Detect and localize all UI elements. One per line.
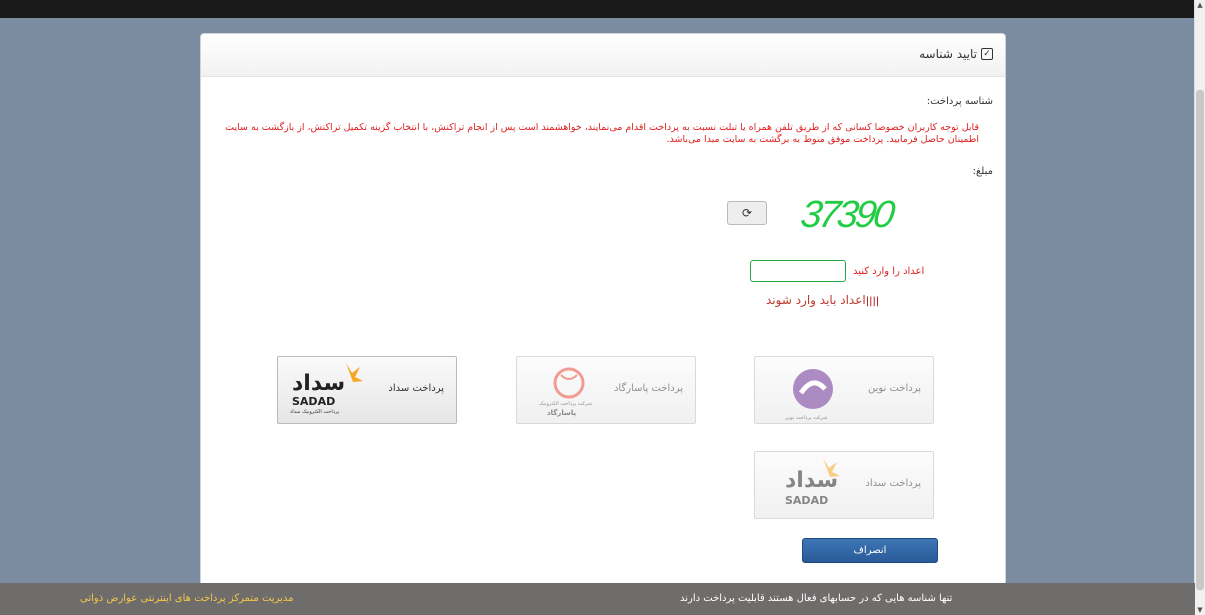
panel-title-text: تایید شناسه bbox=[919, 47, 977, 61]
gateway-novin-button[interactable]: شرکت پرداخت نوین پرداخت نوین bbox=[754, 356, 934, 424]
captcha-refresh-button[interactable]: ⟳ bbox=[727, 201, 767, 225]
captcha-input[interactable] bbox=[750, 260, 846, 282]
browser-top-bar bbox=[0, 0, 1195, 18]
scroll-up-arrow-icon[interactable]: ▲ bbox=[1195, 0, 1205, 10]
captcha-input-label: اعداد را وارد کنید bbox=[853, 266, 925, 277]
gateway-pasargad-label: پرداخت پاسارگاد bbox=[613, 383, 683, 394]
captcha-error-message: ||||اعداد باید وارد شوند bbox=[766, 293, 880, 307]
payment-id-label: شناسه پرداخت: bbox=[926, 96, 993, 107]
scroll-down-arrow-icon[interactable]: ▼ bbox=[1195, 605, 1205, 615]
novin-logo: شرکت پرداخت نوین bbox=[765, 361, 843, 421]
footer-note-text: تنها شناسه هایی که در حسابهای فعال هستند… bbox=[680, 593, 953, 604]
gateway-sadad-2-label: پرداخت سداد bbox=[865, 478, 921, 489]
gateway-sadad-button[interactable]: سداد SADAD پرداخت الکترونیک سداد پرداخت … bbox=[277, 356, 457, 424]
scroll-thumb[interactable] bbox=[1196, 90, 1204, 590]
sadad-logo: سداد SADAD پرداخت الکترونیک سداد bbox=[288, 361, 366, 419]
verify-id-panel: ✓ تایید شناسه شناسه پرداخت: قابل توجه کا… bbox=[200, 33, 1006, 586]
amount-label: مبلغ: bbox=[972, 166, 993, 177]
cancel-button[interactable]: انصراف bbox=[802, 538, 938, 563]
checkbox-icon: ✓ bbox=[981, 48, 993, 60]
gateway-pasargad-button[interactable]: شرکت پرداخت الکترونیک پاسارگاد پرداخت پا… bbox=[516, 356, 696, 424]
sadad-2-logo: سداد SADAD bbox=[765, 456, 843, 514]
panel-title: ✓ تایید شناسه bbox=[919, 47, 993, 61]
refresh-icon: ⟳ bbox=[741, 206, 753, 220]
error-marker-icon: |||| bbox=[865, 296, 880, 307]
gateway-sadad-2-button[interactable]: سداد SADAD پرداخت سداد bbox=[754, 451, 934, 519]
footer-bar: مدیریت متمرکز پرداخت های اینترنتی عوارض … bbox=[0, 583, 1195, 615]
page-scrollbar[interactable]: ▲ ▼ bbox=[1194, 0, 1205, 615]
footer-org-text: مدیریت متمرکز پرداخت های اینترنتی عوارض … bbox=[80, 593, 294, 604]
notice-text: قابل توجه کاربران خصوصا کسانی که از طریق… bbox=[225, 122, 979, 145]
panel-header: ✓ تایید شناسه bbox=[201, 34, 1005, 77]
gateway-sadad-label: پرداخت سداد bbox=[388, 383, 444, 394]
captcha-image: 37390 bbox=[798, 194, 895, 236]
pasargad-logo: شرکت پرداخت الکترونیک پاسارگاد bbox=[527, 361, 605, 419]
gateway-novin-label: پرداخت نوین bbox=[867, 383, 921, 394]
